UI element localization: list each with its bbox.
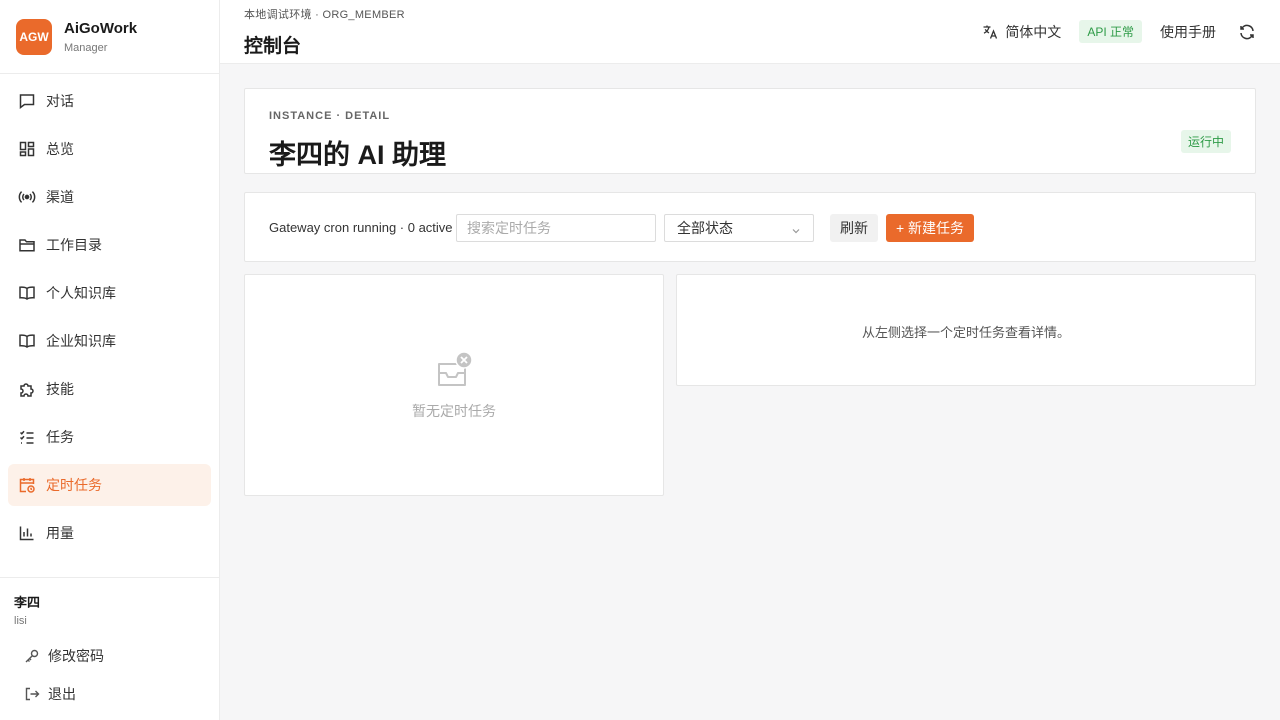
user-name: 李四: [14, 595, 41, 610]
key-icon: [24, 648, 40, 664]
empty-inbox-icon: [434, 351, 474, 391]
sidebar-item-label: 用量: [46, 525, 74, 541]
dashboard-icon: [18, 140, 36, 158]
sidebar-item-channels[interactable]: 渠道: [8, 176, 211, 218]
sidebar-item-label: 对话: [46, 93, 74, 109]
sidebar-item-personal-kb[interactable]: 个人知识库: [8, 272, 211, 314]
logout-button[interactable]: 退出: [14, 675, 205, 713]
brand-name: AiGoWork: [64, 19, 138, 37]
status-badge: 运行中: [1180, 130, 1231, 153]
sidebar-item-chat[interactable]: 对话: [8, 80, 211, 122]
api-status-badge: API 正常: [1079, 20, 1142, 43]
page-title: 控制台: [244, 36, 302, 57]
bar-chart-icon: [18, 524, 36, 542]
sidebar-item-label: 任务: [46, 429, 74, 445]
folder-icon: [18, 236, 36, 254]
brand-role: Manager: [64, 41, 108, 54]
logout-label: 退出: [48, 686, 76, 702]
sidebar-item-skills[interactable]: 技能: [8, 368, 211, 410]
refresh-icon[interactable]: [1238, 23, 1256, 41]
brand: AGW AiGoWork Manager: [0, 0, 219, 74]
sidebar-item-scheduled-tasks[interactable]: 定时任务: [8, 464, 211, 506]
user-id: lisi: [14, 615, 27, 627]
instance-detail-card: INSTANCE · DETAIL 李四的 AI 助理 运行中: [244, 88, 1256, 174]
sidebar: AGW AiGoWork Manager 对话 总览 渠道 工作目录 个人知识库…: [0, 0, 220, 720]
sidebar-item-label: 定时任务: [46, 477, 102, 493]
top-header: 本地调试环境 · ORG_MEMBER 控制台 简体中文 API 正常 使用手册: [220, 0, 1280, 64]
detail-hint-text: 从左侧选择一个定时任务查看详情。: [861, 325, 1070, 340]
search-input[interactable]: [456, 214, 656, 242]
brand-logo: AGW: [16, 18, 52, 55]
translate-icon: [982, 24, 998, 40]
new-task-button[interactable]: + 新建任务: [886, 214, 974, 242]
toolbar-card: Gateway cron running · 0 active 全部状态 刷新 …: [244, 192, 1256, 262]
change-password-label: 修改密码: [48, 648, 104, 664]
sidebar-item-label: 个人知识库: [46, 285, 116, 301]
change-password-button[interactable]: 修改密码: [14, 637, 205, 675]
book-icon: [18, 332, 36, 350]
task-list-card: 暂无定时任务: [244, 274, 664, 496]
empty-state: 暂无定时任务: [245, 351, 663, 421]
sidebar-item-enterprise-kb[interactable]: 企业知识库: [8, 320, 211, 362]
user-manual-link[interactable]: 使用手册: [1160, 22, 1216, 42]
language-switcher[interactable]: 简体中文: [982, 22, 1061, 42]
sidebar-item-overview[interactable]: 总览: [8, 128, 211, 170]
chat-icon: [18, 92, 36, 110]
language-label: 简体中文: [1005, 23, 1062, 40]
instance-kicker: INSTANCE · DETAIL: [269, 110, 391, 122]
refresh-button[interactable]: 刷新: [830, 214, 878, 242]
book-icon: [18, 284, 36, 302]
chevron-down-icon: [791, 223, 801, 234]
sidebar-item-label: 渠道: [46, 189, 74, 205]
instance-title: 李四的 AI 助理: [269, 140, 447, 170]
checklist-icon: [18, 428, 36, 446]
sidebar-item-label: 企业知识库: [46, 333, 116, 349]
cron-status-text: Gateway cron running · 0 active: [269, 220, 453, 235]
status-filter-select[interactable]: 全部状态: [664, 214, 814, 242]
sidebar-nav: 对话 总览 渠道 工作目录 个人知识库 企业知识库 技能 任务 定时任务 用量: [0, 74, 219, 558]
sidebar-item-label: 总览: [46, 141, 74, 157]
status-filter-value: 全部状态: [677, 220, 733, 236]
sidebar-item-label: 技能: [46, 381, 74, 397]
puzzle-icon: [18, 380, 36, 398]
user-panel: 李四 lisi 修改密码 退出: [0, 577, 219, 713]
sidebar-item-label: 工作目录: [46, 237, 102, 253]
sidebar-item-tasks[interactable]: 任务: [8, 416, 211, 458]
calendar-clock-icon: [18, 476, 36, 494]
task-detail-panel: 从左侧选择一个定时任务查看详情。: [676, 274, 1256, 386]
broadcast-icon: [18, 188, 36, 206]
sidebar-item-usage[interactable]: 用量: [8, 512, 211, 554]
sidebar-item-workdir[interactable]: 工作目录: [8, 224, 211, 266]
logout-icon: [24, 686, 40, 702]
empty-state-text: 暂无定时任务: [412, 403, 496, 419]
environment-label: 本地调试环境 · ORG_MEMBER: [244, 9, 405, 21]
